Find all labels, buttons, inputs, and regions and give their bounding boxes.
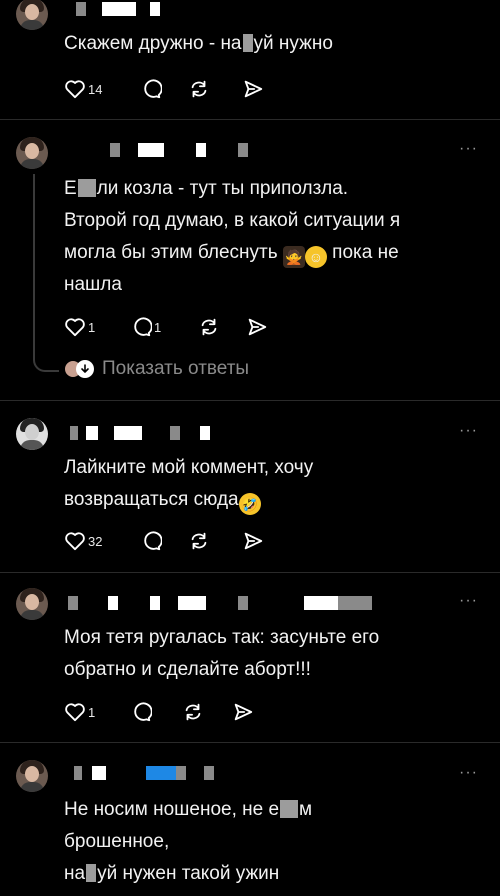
avatar[interactable]	[16, 588, 48, 620]
divider	[0, 119, 500, 120]
repost-icon	[185, 703, 201, 721]
post-text: Ели козла - тут ты приползла. Второй год…	[64, 178, 401, 295]
share-button[interactable]	[246, 316, 268, 338]
like-button[interactable]: 1	[64, 701, 95, 723]
more-icon[interactable]: ···	[459, 592, 478, 610]
more-icon[interactable]: ···	[459, 764, 478, 782]
reply-count: 1	[154, 319, 162, 335]
repost-icon	[201, 318, 217, 336]
like-button[interactable]: 1	[64, 316, 95, 338]
like-count: 1	[88, 704, 96, 720]
post-text: Лайкните мой коммент, хочу возвращаться …	[64, 452, 484, 516]
share-button[interactable]	[242, 530, 264, 552]
heart-icon	[65, 532, 85, 551]
censor-block	[242, 34, 253, 52]
show-replies-label: Показать ответы	[102, 358, 250, 379]
rofl-emoji: 🤣	[238, 493, 261, 515]
comment-button[interactable]	[140, 530, 162, 552]
repost-button[interactable]	[182, 701, 204, 723]
comment-icon	[144, 531, 162, 551]
heart-icon	[65, 703, 85, 722]
share-icon	[234, 703, 253, 721]
censor-block	[280, 800, 299, 818]
thread-line	[33, 174, 35, 356]
avatar[interactable]	[16, 0, 48, 30]
comment-button[interactable]: 1	[130, 316, 161, 338]
repost-button[interactable]	[198, 316, 220, 338]
smile-emoji: ☺	[304, 246, 327, 268]
share-icon	[244, 80, 263, 98]
show-replies-button[interactable]: Показать ответы	[64, 358, 249, 380]
share-button[interactable]	[242, 78, 264, 100]
post-text: Скажем дружно - на уй нужно	[64, 33, 333, 54]
post-text: Не носим ношеное, не ем брошенное, на уй …	[64, 799, 313, 884]
like-button[interactable]: 32	[64, 530, 102, 552]
share-icon	[248, 318, 267, 336]
avatar[interactable]	[16, 760, 48, 792]
share-button[interactable]	[232, 701, 254, 723]
arrow-down-icon	[76, 360, 94, 378]
woman-gesture-emoji: 🙅	[282, 246, 305, 268]
comment-button[interactable]	[140, 78, 162, 100]
repost-icon	[191, 532, 207, 550]
comment-button[interactable]	[130, 701, 152, 723]
divider	[0, 572, 500, 573]
heart-icon	[65, 80, 85, 99]
like-count: 32	[88, 533, 103, 549]
like-count: 14	[88, 81, 103, 97]
comment-icon	[134, 702, 152, 722]
avatar[interactable]	[16, 137, 48, 169]
repost-button[interactable]	[188, 530, 210, 552]
more-icon[interactable]: ···	[459, 140, 478, 158]
post-text: Моя тетя ругалась так: засуньте его обра…	[64, 627, 380, 680]
thread-curve	[33, 356, 59, 372]
divider	[0, 400, 500, 401]
repost-icon	[191, 80, 207, 98]
censor-block	[86, 864, 97, 882]
comment-icon	[134, 317, 152, 337]
like-button[interactable]: 14	[64, 78, 102, 100]
censor-block	[77, 179, 96, 197]
repost-button[interactable]	[188, 78, 210, 100]
like-count: 1	[88, 319, 96, 335]
comment-icon	[144, 79, 162, 99]
avatar[interactable]	[16, 418, 48, 450]
heart-icon	[65, 318, 85, 337]
more-icon[interactable]: ···	[459, 422, 478, 440]
share-icon	[244, 532, 263, 550]
divider	[0, 742, 500, 743]
